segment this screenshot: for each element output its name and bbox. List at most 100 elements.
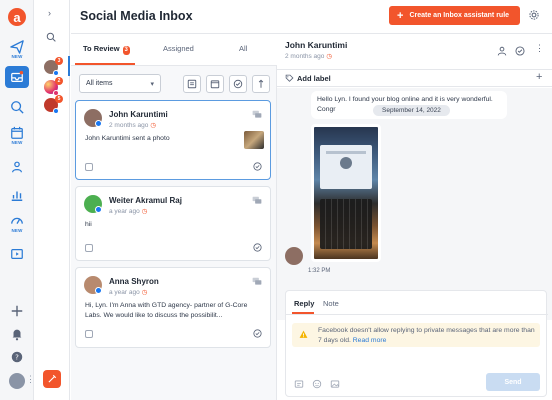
new-tag: NEW xyxy=(11,139,23,145)
warning-banner: Facebook doesn't allow replying to priva… xyxy=(292,323,540,347)
conversation-pane: John Karuntimi 2 months ago ◷ ⋮ Add label… xyxy=(277,33,552,400)
account-badge: 3 xyxy=(55,57,63,65)
clock-warning-icon: ◷ xyxy=(141,289,148,296)
sender-avatar xyxy=(285,247,303,265)
facebook-icon xyxy=(95,120,102,127)
reply-composer: Reply Note Facebook doesn't allow replyi… xyxy=(285,290,548,397)
mark-done-button[interactable] xyxy=(229,75,247,93)
check-circle-icon[interactable] xyxy=(515,46,525,56)
conversation-contact-name: John Karuntimi xyxy=(285,40,348,50)
message-time: 2 months ago ◷ xyxy=(109,122,157,129)
help-icon: ? xyxy=(11,351,23,363)
photo-thumbnail xyxy=(244,131,264,149)
label-row: Add label + xyxy=(277,70,552,87)
check-circle-icon xyxy=(233,79,243,89)
list-view-button[interactable] xyxy=(183,75,201,93)
date-filter-button[interactable] xyxy=(206,75,224,93)
emoji-icon[interactable] xyxy=(312,379,322,389)
publish-nav-button[interactable]: NEW xyxy=(5,38,29,60)
calendar-icon xyxy=(11,126,23,139)
filter-select[interactable]: All items ▾ xyxy=(79,74,161,93)
check-circle-icon[interactable] xyxy=(253,329,262,338)
facebook-icon xyxy=(53,70,59,76)
new-tag: NEW xyxy=(11,227,23,233)
message-preview: Hi, Lyn. I'm Anna with GTD agency- partn… xyxy=(85,302,248,319)
photo-laptop-screen xyxy=(320,145,372,189)
facebook-icon xyxy=(95,287,102,294)
more-options-icon[interactable]: ⋮ xyxy=(535,43,544,54)
listening-nav-button[interactable] xyxy=(5,96,29,118)
sort-button[interactable] xyxy=(252,75,270,93)
facebook-icon xyxy=(53,108,59,114)
select-checkbox[interactable] xyxy=(85,244,93,252)
message-thread: Hello Lyn. I found your blog online and … xyxy=(277,88,552,320)
team-nav-button[interactable] xyxy=(5,156,29,178)
svg-text:?: ? xyxy=(15,354,19,362)
main-nav-rail: a NEW NEW NEW ? ⋮ xyxy=(0,0,35,400)
tab-assigned[interactable]: Assigned xyxy=(163,44,194,53)
message-time: a year ago ◷ xyxy=(109,208,148,215)
dashboard-icon xyxy=(11,217,23,224)
compose-button[interactable] xyxy=(43,370,61,388)
read-more-link[interactable]: Read more xyxy=(353,337,387,344)
tab-all[interactable]: All xyxy=(239,44,247,53)
date-separator: September 14, 2022 xyxy=(373,105,450,116)
facebook-icon xyxy=(95,206,102,213)
send-button[interactable]: Send xyxy=(486,373,540,391)
warning-icon xyxy=(299,330,308,338)
add-label-plus-icon[interactable]: + xyxy=(536,71,542,83)
clock-warning-icon: ◷ xyxy=(326,53,333,60)
reports-nav-button[interactable] xyxy=(5,184,29,206)
add-nav-button[interactable] xyxy=(5,300,29,322)
check-circle-icon[interactable] xyxy=(253,243,262,252)
tab-reply[interactable]: Reply xyxy=(294,299,314,308)
list-item[interactable]: Anna Shyron a year ago ◷ Hi, Lyn. I'm Ann… xyxy=(75,267,271,348)
expand-chevron-icon[interactable]: › xyxy=(48,8,51,18)
list-item[interactable]: John Karuntimi 2 months ago ◷ John Karunt… xyxy=(75,100,271,180)
help-button[interactable]: ? xyxy=(5,346,29,368)
check-circle-icon[interactable] xyxy=(253,162,262,171)
template-icon[interactable] xyxy=(294,379,304,389)
list-icon xyxy=(187,79,197,89)
add-label-button[interactable]: Add label xyxy=(297,74,331,83)
bell-icon xyxy=(12,329,22,341)
logo-icon[interactable]: a xyxy=(8,8,26,26)
calendar-icon xyxy=(210,80,220,89)
assign-user-icon[interactable] xyxy=(497,46,507,56)
team-icon xyxy=(12,161,22,173)
image-attach-icon[interactable] xyxy=(330,379,340,389)
message-photo[interactable] xyxy=(311,124,381,262)
list-item[interactable]: Weiter Akramul Raj a year ago ◷ hii xyxy=(75,186,271,261)
to-review-count: 3 xyxy=(122,46,130,55)
active-tab-underline xyxy=(75,63,135,65)
account-badge: 2 xyxy=(55,77,63,85)
create-rule-button[interactable]: + Create an Inbox assistant rule xyxy=(389,6,520,25)
page-title: Social Media Inbox xyxy=(80,9,193,23)
search-analytics-icon xyxy=(11,101,24,114)
conversation-list-pane: To Review 3 Assigned All All items ▾ John… xyxy=(71,33,277,400)
dashboard-nav-button[interactable]: NEW xyxy=(5,212,29,234)
chevron-down-icon: ▾ xyxy=(150,81,154,88)
conversation-header: John Karuntimi 2 months ago ◷ ⋮ xyxy=(277,34,552,70)
chat-icon xyxy=(252,196,262,204)
warning-text: Facebook doesn't allow replying to priva… xyxy=(318,327,535,344)
tab-to-review[interactable]: To Review 3 xyxy=(83,44,130,55)
contact-name: John Karuntimi xyxy=(109,110,168,119)
new-tag: NEW xyxy=(11,53,23,59)
active-account-indicator xyxy=(68,56,70,76)
select-checkbox[interactable] xyxy=(85,163,93,171)
calendar-nav-button[interactable]: NEW xyxy=(5,124,29,146)
gear-icon[interactable] xyxy=(528,9,540,21)
inbox-icon xyxy=(11,70,24,82)
video-nav-button[interactable] xyxy=(5,243,29,265)
clock-warning-icon: ◷ xyxy=(141,208,148,215)
select-checkbox[interactable] xyxy=(85,330,93,338)
contact-name: Weiter Akramul Raj xyxy=(109,196,182,205)
clock-warning-icon: ◷ xyxy=(150,122,157,129)
tab-note[interactable]: Note xyxy=(323,299,339,308)
inbox-nav-button[interactable] xyxy=(5,66,29,88)
notifications-button[interactable] xyxy=(5,323,29,345)
user-icon[interactable] xyxy=(9,373,25,389)
search-icon[interactable] xyxy=(46,32,56,42)
message-timestamp: 1:32 PM xyxy=(308,268,331,274)
